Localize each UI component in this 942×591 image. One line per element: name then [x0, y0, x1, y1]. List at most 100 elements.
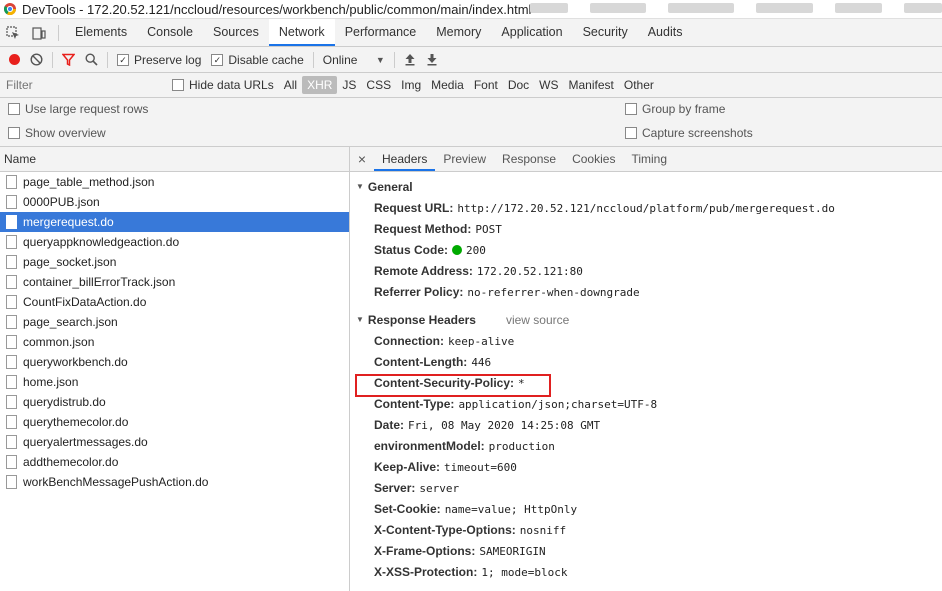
checkbox-checked-icon: ✓: [117, 53, 129, 66]
request-row[interactable]: querythemecolor.do: [0, 412, 349, 432]
devtools-tabbar: Elements Console Sources Network Perform…: [0, 19, 942, 47]
throttling-value: Online: [322, 52, 358, 67]
type-filter-doc[interactable]: Doc: [503, 76, 534, 94]
checkbox-unchecked-icon: [625, 127, 637, 139]
request-list-panel: Name page_table_method.json 0000PUB.json m…: [0, 147, 350, 591]
request-row[interactable]: container_billErrorTrack.json: [0, 272, 349, 292]
request-row[interactable]: queryalertmessages.do: [0, 432, 349, 452]
request-detail-panel: × Headers Preview Response Cookies Timin…: [350, 147, 942, 591]
tab-security[interactable]: Security: [573, 19, 638, 46]
tab-sources[interactable]: Sources: [203, 19, 269, 46]
header-value: 172.20.52.121:80: [476, 265, 583, 278]
response-headers-toggle[interactable]: ▼ Response Headers view source: [350, 309, 942, 331]
preserve-log-label: Preserve log: [134, 52, 202, 67]
header-value: POST: [475, 223, 502, 236]
file-icon: [6, 175, 17, 189]
tab-console[interactable]: Console: [137, 19, 203, 46]
request-row[interactable]: 0000PUB.json: [0, 192, 349, 212]
request-row[interactable]: common.json: [0, 332, 349, 352]
checkbox-unchecked-icon: [625, 103, 637, 115]
header-value: 1; mode=block: [481, 566, 568, 579]
large-rows-checkbox[interactable]: Use large request rows: [8, 102, 148, 116]
filter-bar: Hide data URLs All XHR JS CSS Img Media …: [0, 73, 942, 98]
type-filter-media[interactable]: Media: [426, 76, 469, 94]
header-name: Content-Length:: [374, 355, 468, 369]
device-toolbar-icon[interactable]: [26, 19, 52, 46]
filter-input[interactable]: [0, 75, 164, 95]
hide-data-urls-checkbox[interactable]: Hide data URLs: [164, 73, 279, 98]
name-column-header[interactable]: Name: [0, 147, 349, 172]
file-icon: [6, 255, 17, 269]
view-source-link[interactable]: view source: [506, 309, 569, 331]
header-name: Request URL:: [374, 201, 454, 215]
record-button[interactable]: [0, 47, 25, 72]
capture-screenshots-checkbox[interactable]: Capture screenshots: [625, 126, 753, 140]
group-by-frame-checkbox[interactable]: Group by frame: [625, 102, 725, 116]
inspect-element-icon[interactable]: [0, 19, 26, 46]
file-icon: [6, 335, 17, 349]
type-filter-ws[interactable]: WS: [534, 76, 563, 94]
request-row[interactable]: queryappknowledgeaction.do: [0, 232, 349, 252]
request-row[interactable]: querydistrub.do: [0, 392, 349, 412]
type-filter-xhr[interactable]: XHR: [302, 76, 338, 94]
tab-audits[interactable]: Audits: [638, 19, 693, 46]
search-icon: [85, 53, 98, 66]
request-row[interactable]: addthemecolor.do: [0, 452, 349, 472]
tab-preview[interactable]: Preview: [435, 147, 494, 171]
request-row[interactable]: mergerequest.do: [0, 212, 349, 232]
tab-elements[interactable]: Elements: [65, 19, 137, 46]
header-value: name=value; HttpOnly: [444, 503, 578, 516]
request-row[interactable]: page_socket.json: [0, 252, 349, 272]
tab-headers[interactable]: Headers: [374, 147, 436, 171]
search-button[interactable]: [80, 47, 103, 72]
type-filter-js[interactable]: JS: [337, 76, 361, 94]
checkbox-checked-icon: ✓: [211, 53, 224, 66]
general-section-toggle[interactable]: ▼ General: [350, 176, 942, 198]
header-name: Set-Cookie:: [374, 502, 441, 516]
type-filter-all[interactable]: All: [279, 76, 302, 94]
type-filter-manifest[interactable]: Manifest: [564, 76, 619, 94]
type-filter-font[interactable]: Font: [469, 76, 503, 94]
group-by-frame-label: Group by frame: [642, 102, 726, 116]
header-row: Set-Cookie: name=value; HttpOnly: [350, 499, 942, 520]
type-filter-other[interactable]: Other: [619, 76, 659, 94]
request-row[interactable]: page_search.json: [0, 312, 349, 332]
request-row[interactable]: workBenchMessagePushAction.do: [0, 472, 349, 492]
tab-cookies[interactable]: Cookies: [564, 147, 623, 171]
request-row[interactable]: queryworkbench.do: [0, 352, 349, 372]
tab-memory[interactable]: Memory: [426, 19, 491, 46]
header-value: Fri, 08 May 2020 14:25:08 GMT: [408, 419, 601, 432]
request-name: querythemecolor.do: [23, 415, 129, 429]
header-value: 200: [466, 244, 486, 257]
type-filter-img[interactable]: Img: [396, 76, 426, 94]
request-name: addthemecolor.do: [23, 455, 119, 469]
tab-response[interactable]: Response: [494, 147, 564, 171]
throttling-select[interactable]: Online ▼: [318, 47, 390, 72]
header-row: Content-Length: 446: [350, 352, 942, 373]
request-name: querydistrub.do: [23, 395, 106, 409]
blurred-taskbar: [530, 3, 942, 15]
import-har-button[interactable]: [399, 47, 421, 72]
show-overview-checkbox[interactable]: Show overview: [8, 126, 106, 140]
preserve-log-checkbox[interactable]: ✓ Preserve log: [112, 47, 206, 72]
file-icon: [6, 315, 17, 329]
type-filter-css[interactable]: CSS: [361, 76, 396, 94]
window-title: DevTools - 172.20.52.121/nccloud/resourc…: [22, 1, 532, 17]
tab-timing[interactable]: Timing: [623, 147, 675, 171]
tab-network[interactable]: Network: [268, 19, 335, 46]
request-row[interactable]: page_table_method.json: [0, 172, 349, 192]
export-har-button[interactable]: [421, 47, 443, 72]
checkbox-unchecked-icon: [172, 79, 184, 91]
status-ok-icon: [452, 245, 463, 255]
request-row[interactable]: CountFixDataAction.do: [0, 292, 349, 312]
chrome-icon: [4, 3, 16, 15]
close-icon[interactable]: ×: [350, 151, 374, 167]
tab-performance[interactable]: Performance: [335, 19, 427, 46]
request-row[interactable]: home.json: [0, 372, 349, 392]
filter-toggle-button[interactable]: [57, 47, 80, 72]
disable-cache-checkbox[interactable]: ✓ Disable cache: [206, 47, 308, 72]
clear-button[interactable]: [25, 47, 48, 72]
detail-tabbar: × Headers Preview Response Cookies Timin…: [350, 147, 942, 172]
header-name: Date:: [374, 418, 405, 432]
tab-application[interactable]: Application: [491, 19, 572, 46]
